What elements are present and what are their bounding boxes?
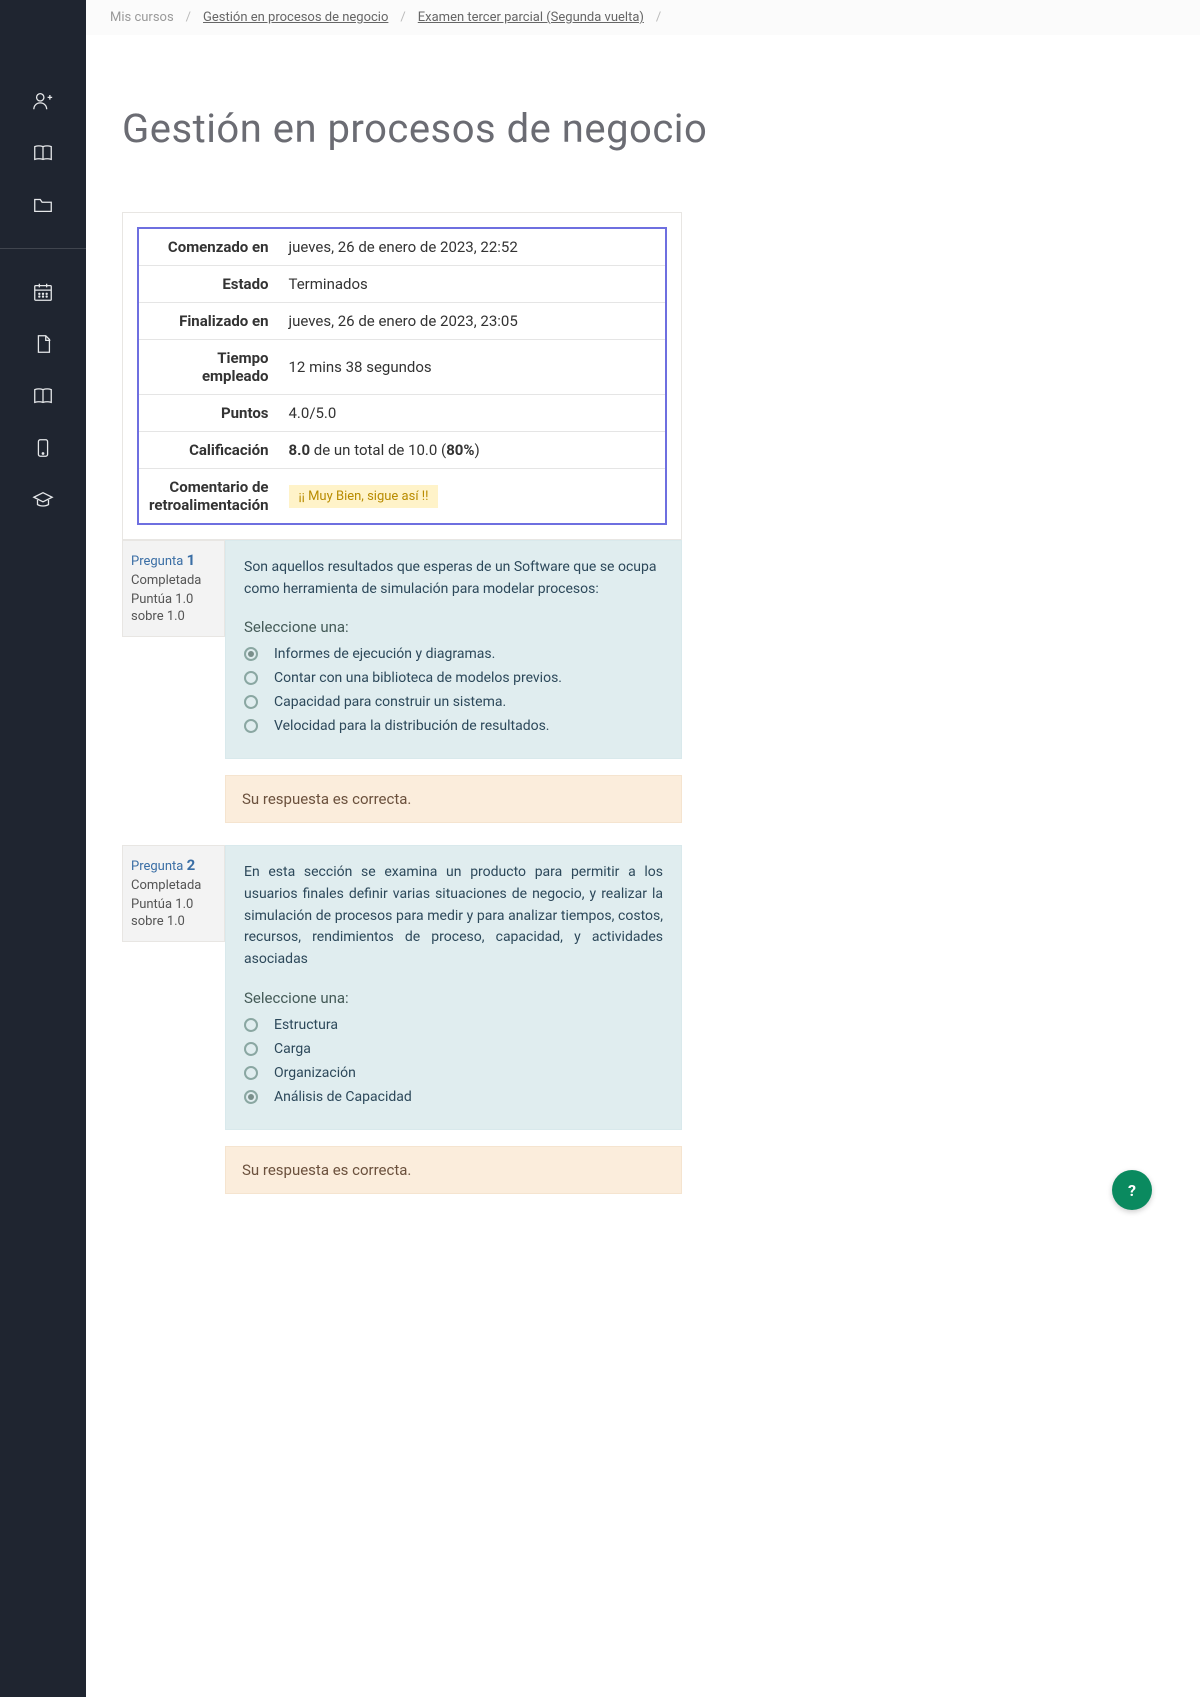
page-title: Gestión en procesos de negocio xyxy=(122,105,1178,152)
summary-label: Tiempo empleado xyxy=(138,340,279,395)
summary-label: Estado xyxy=(138,266,279,303)
radio-icon[interactable] xyxy=(244,695,258,709)
feedback-badge: ¡¡ Muy Bien, sigue así !! xyxy=(289,485,439,508)
summary-grade-value: 8.0 de un total de 10.0 (80%) xyxy=(279,432,667,469)
question-block: Pregunta 2 Completada Puntúa 1.0 sobre 1.0… xyxy=(122,845,682,1129)
radio-icon[interactable] xyxy=(244,1042,258,1056)
option-row[interactable]: Análisis de Capacidad xyxy=(244,1089,663,1105)
quiz-summary-card: Comenzado enjueves, 26 de enero de 2023,… xyxy=(122,212,682,540)
radio-icon[interactable] xyxy=(244,671,258,685)
option-row[interactable]: Carga xyxy=(244,1041,663,1057)
radio-icon[interactable] xyxy=(244,1090,258,1104)
question-score: Puntúa 1.0 sobre 1.0 xyxy=(131,897,216,931)
sidebar-nav xyxy=(0,0,86,1697)
question-number: 2 xyxy=(187,856,196,874)
breadcrumb-my-courses[interactable]: Mis cursos xyxy=(110,10,174,25)
summary-label: Puntos xyxy=(138,395,279,432)
main-content: Mis cursos / Gestión en procesos de nego… xyxy=(86,0,1200,1697)
question-meta: Pregunta 2 Completada Puntúa 1.0 sobre 1.0 xyxy=(122,845,225,942)
question-body: En esta sección se examina un producto p… xyxy=(225,845,682,1129)
option-label: Capacidad para construir un sistema. xyxy=(274,694,506,710)
question-feedback-row: Su respuesta es correcta. xyxy=(122,1146,682,1194)
breadcrumb-exam[interactable]: Examen tercer parcial (Segunda vuelta) xyxy=(418,10,644,25)
summary-label: Comenzado en xyxy=(138,228,279,266)
question-number: 1 xyxy=(187,551,196,569)
question-prompt: Seleccione una: xyxy=(244,618,663,636)
summary-label: Comentario de retroalimentación xyxy=(138,469,279,525)
summary-feedback: ¡¡ Muy Bien, sigue así !! xyxy=(279,469,667,525)
sidebar-divider xyxy=(0,248,86,249)
breadcrumb-sep: / xyxy=(186,10,191,25)
breadcrumb-sep: / xyxy=(656,10,661,25)
question-meta: Pregunta 1 Completada Puntúa 1.0 sobre 1.0 xyxy=(122,540,225,637)
option-label: Organización xyxy=(274,1065,356,1081)
option-row[interactable]: Organización xyxy=(244,1065,663,1081)
summary-label: Finalizado en xyxy=(138,303,279,340)
option-row[interactable]: Estructura xyxy=(244,1017,663,1033)
document-icon[interactable] xyxy=(32,333,54,355)
radio-icon[interactable] xyxy=(244,719,258,733)
radio-icon[interactable] xyxy=(244,647,258,661)
radio-icon[interactable] xyxy=(244,1018,258,1032)
question-text: En esta sección se examina un producto p… xyxy=(244,862,663,970)
option-row[interactable]: Velocidad para la distribución de result… xyxy=(244,718,663,734)
option-row[interactable]: Informes de ejecución y diagramas. xyxy=(244,646,663,662)
book-icon[interactable] xyxy=(32,142,54,164)
folder-icon[interactable] xyxy=(32,194,54,216)
question-prompt: Seleccione una: xyxy=(244,989,663,1007)
breadcrumb: Mis cursos / Gestión en procesos de nego… xyxy=(86,0,1200,35)
option-label: Informes de ejecución y diagramas. xyxy=(274,646,495,662)
question-block: Pregunta 1 Completada Puntúa 1.0 sobre 1.0… xyxy=(122,540,682,759)
summary-value: jueves, 26 de enero de 2023, 23:05 xyxy=(279,303,667,340)
question-state: Completada xyxy=(131,878,216,893)
breadcrumb-sep: / xyxy=(400,10,405,25)
question-text: Son aquellos resultados que esperas de u… xyxy=(244,557,663,600)
help-icon: ? xyxy=(1128,1181,1136,1200)
option-label: Contar con una biblioteca de modelos pre… xyxy=(274,670,562,686)
calendar-icon[interactable] xyxy=(32,281,54,303)
option-label: Estructura xyxy=(274,1017,338,1033)
radio-icon[interactable] xyxy=(244,1066,258,1080)
question-score: Puntúa 1.0 sobre 1.0 xyxy=(131,592,216,626)
question-label: Pregunta xyxy=(131,859,187,874)
option-label: Carga xyxy=(274,1041,311,1057)
summary-label: Calificación xyxy=(138,432,279,469)
question-feedback: Su respuesta es correcta. xyxy=(225,1146,682,1194)
graduation-cap-icon[interactable] xyxy=(32,489,54,511)
quiz-summary-table: Comenzado enjueves, 26 de enero de 2023,… xyxy=(137,227,667,525)
help-button[interactable]: ? xyxy=(1112,1170,1152,1210)
summary-value: jueves, 26 de enero de 2023, 22:52 xyxy=(279,228,667,266)
option-row[interactable]: Contar con una biblioteca de modelos pre… xyxy=(244,670,663,686)
question-body: Son aquellos resultados que esperas de u… xyxy=(225,540,682,759)
summary-value: 4.0/5.0 xyxy=(279,395,667,432)
courses-icon[interactable] xyxy=(32,385,54,407)
breadcrumb-course[interactable]: Gestión en procesos de negocio xyxy=(203,10,388,25)
mobile-icon[interactable] xyxy=(32,437,54,459)
option-label: Velocidad para la distribución de result… xyxy=(274,718,550,734)
option-label: Análisis de Capacidad xyxy=(274,1089,412,1105)
question-feedback: Su respuesta es correcta. xyxy=(225,775,682,823)
summary-value: 12 mins 38 segundos xyxy=(279,340,667,395)
question-label: Pregunta xyxy=(131,554,187,569)
question-state: Completada xyxy=(131,573,216,588)
question-feedback-row: Su respuesta es correcta. xyxy=(122,775,682,823)
option-row[interactable]: Capacidad para construir un sistema. xyxy=(244,694,663,710)
summary-value: Terminados xyxy=(279,266,667,303)
user-icon[interactable] xyxy=(32,90,54,112)
